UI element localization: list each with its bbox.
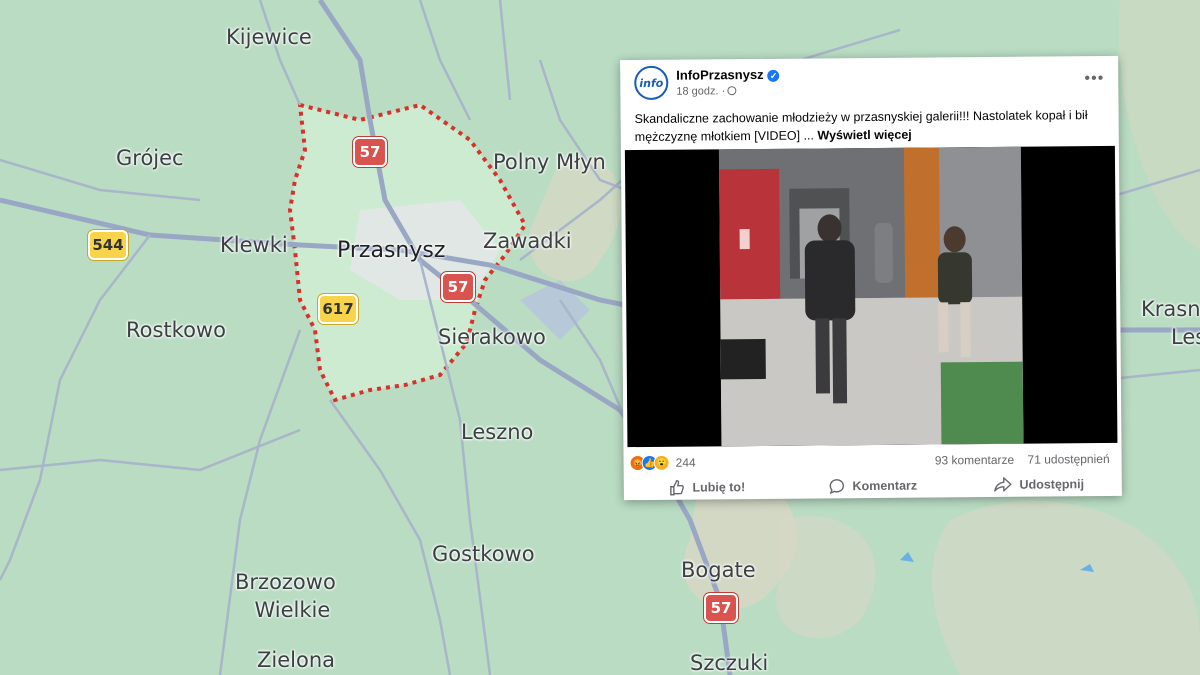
place-label-zielona[interactable]: Zielona xyxy=(257,648,335,672)
place-label-line: Les xyxy=(1171,325,1200,349)
place-label-line: Brzozowo xyxy=(235,570,336,594)
road-shield-57: 57 xyxy=(704,593,738,623)
share-label: Udostępnij xyxy=(1019,477,1085,492)
place-label-szczuki[interactable]: Szczuki xyxy=(690,651,768,675)
comment-label: Komentarz xyxy=(852,478,918,494)
comment-button[interactable]: Komentarz xyxy=(790,473,956,498)
post-header: info InfoPrzasnysz ✓ 18 godz. · ••• xyxy=(634,62,1104,102)
place-label-zawadki[interactable]: Zawadki xyxy=(483,229,572,253)
verified-badge-icon: ✓ xyxy=(767,69,780,82)
engagement-counts: 93 komentarze 71 udostępnień xyxy=(925,452,1110,468)
place-label-line: Wielkie xyxy=(254,598,331,622)
place-label-sierakowo[interactable]: Sierakowo xyxy=(438,325,546,349)
page-name: InfoPrzasnysz xyxy=(676,66,764,83)
see-more-link[interactable]: Wyświetl więcej xyxy=(817,128,911,143)
place-label-leszno[interactable]: Leszno xyxy=(461,420,533,444)
place-label-gostkowo[interactable]: Gostkowo xyxy=(432,542,535,566)
wow-reaction-icon: 😮 xyxy=(653,454,670,471)
video-play-area[interactable] xyxy=(843,268,899,324)
place-label-line: Krasn xyxy=(1141,297,1200,321)
place-label-grojec[interactable]: Grójec xyxy=(116,146,184,170)
thumbs-up-icon xyxy=(669,480,684,496)
place-label-rostkowo[interactable]: Rostkowo xyxy=(126,318,226,342)
road-shield-544: 544 xyxy=(88,230,128,260)
share-arrow-icon xyxy=(993,477,1012,492)
post-timestamp[interactable]: 18 godz. · xyxy=(676,85,737,98)
road-shield-617: 617 xyxy=(318,294,358,324)
page-avatar[interactable]: info xyxy=(634,65,669,101)
place-label-przasnysz[interactable]: Przasnysz xyxy=(337,238,445,263)
facebook-post-card: info InfoPrzasnysz ✓ 18 godz. · ••• Skand… xyxy=(620,55,1122,501)
post-time-text: 18 godz. · xyxy=(676,85,726,98)
comment-bubble-icon xyxy=(829,479,844,495)
reactions-summary[interactable]: 😡 👍 😮 244 xyxy=(629,454,696,473)
comments-count-link[interactable]: 93 komentarze xyxy=(935,453,1015,468)
shares-count-link[interactable]: 71 udostępnień xyxy=(1027,452,1109,467)
share-button[interactable]: Udostępnij xyxy=(956,472,1122,497)
like-button[interactable]: Lubię to! xyxy=(624,475,790,500)
post-actions-bar: Lubię to! Komentarz Udostępnij xyxy=(624,472,1122,500)
page-name-link[interactable]: InfoPrzasnysz ✓ xyxy=(676,67,780,83)
globe-icon xyxy=(727,86,737,96)
road-shield-57: 57 xyxy=(353,137,387,167)
reaction-count: 244 xyxy=(675,455,696,470)
post-text: Skandaliczne zachowanie młodzieży w prza… xyxy=(635,106,1105,146)
place-label-polny-mlyn[interactable]: Polny Młyn xyxy=(493,150,606,174)
road-shield-57: 57 xyxy=(441,272,475,302)
place-label-brzozowo-wielkie[interactable]: Brzozowo Wielkie xyxy=(235,568,336,624)
place-label-kijewice[interactable]: Kijewice xyxy=(226,25,312,49)
place-label-krasne[interactable]: Krasn Les xyxy=(1141,295,1200,351)
place-label-klewki[interactable]: Klewki xyxy=(220,233,288,257)
place-label-bogate[interactable]: Bogate xyxy=(681,558,756,582)
like-label: Lubię to! xyxy=(692,480,746,495)
video-player[interactable] xyxy=(624,145,1118,448)
more-options-button[interactable]: ••• xyxy=(1084,70,1104,88)
